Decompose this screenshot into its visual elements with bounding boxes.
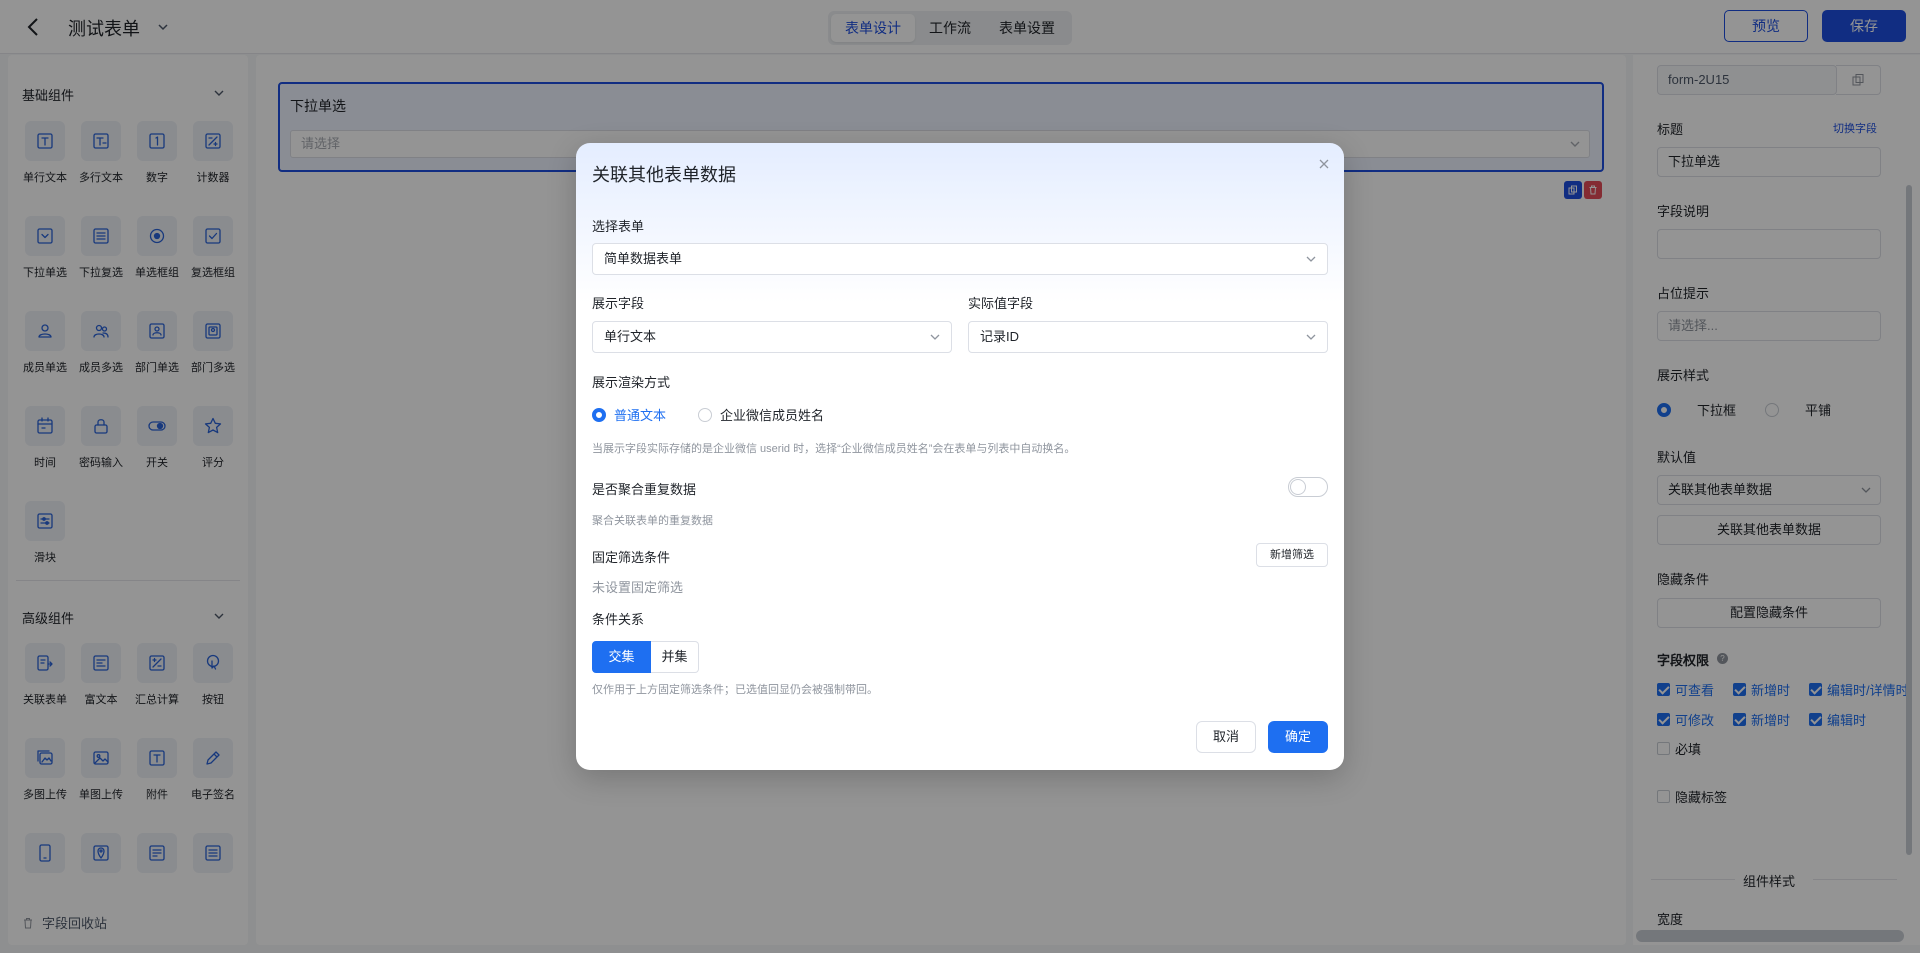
relation-or-button[interactable]: 并集 — [651, 641, 699, 673]
chevron-down-icon — [1305, 253, 1317, 265]
display-field-label: 展示字段 — [592, 296, 645, 311]
render-mode-label: 展示渲染方式 — [592, 375, 671, 390]
select-form-dropdown[interactable]: 简单数据表单 — [592, 243, 1328, 275]
link-form-data-dialog: 关联其他表单数据 选择表单 简单数据表单 展示字段 实际值字段 单行文本 记录I… — [576, 143, 1344, 770]
render-option-label: 普通文本 — [614, 408, 667, 423]
relation-label: 条件关系 — [592, 612, 645, 627]
select-form-label: 选择表单 — [592, 219, 645, 234]
value-field-value: 记录ID — [980, 329, 1020, 344]
dialog-title: 关联其他表单数据 — [592, 165, 736, 185]
display-field-dropdown[interactable]: 单行文本 — [592, 321, 952, 353]
display-field-value: 单行文本 — [604, 329, 657, 344]
fixed-filter-label: 固定筛选条件 — [592, 550, 671, 565]
add-filter-button[interactable]: 新增筛选 — [1256, 543, 1328, 567]
close-icon[interactable] — [1316, 156, 1332, 172]
value-field-dropdown[interactable]: 记录ID — [968, 321, 1328, 353]
relation-and-button[interactable]: 交集 — [592, 641, 651, 673]
value-field-label: 实际值字段 — [968, 296, 1034, 311]
render-mode-hint: 当展示字段实际存储的是企业微信 userid 时，选择“企业微信成员姓名”会在表… — [592, 443, 1076, 455]
render-option-wecom-name[interactable]: 企业微信成员姓名 — [698, 405, 824, 424]
radio-selected[interactable] — [592, 407, 606, 422]
cancel-button[interactable]: 取消 — [1196, 721, 1256, 753]
aggregate-label: 是否聚合重复数据 — [592, 482, 697, 497]
filter-empty-text: 未设置固定筛选 — [592, 580, 684, 595]
aggregate-toggle[interactable] — [1288, 477, 1328, 497]
render-option-plain[interactable]: 普通文本 — [592, 405, 666, 424]
aggregate-hint: 聚合关联表单的重复数据 — [592, 515, 713, 527]
relation-hint: 仅作用于上方固定筛选条件；已选值回显仍会被强制带回。 — [592, 684, 878, 696]
render-option-label: 企业微信成员姓名 — [720, 408, 825, 423]
radio-unselected[interactable] — [698, 407, 712, 422]
select-form-value: 简单数据表单 — [604, 251, 683, 266]
chevron-down-icon — [929, 331, 941, 343]
chevron-down-icon — [1305, 331, 1317, 343]
confirm-button[interactable]: 确定 — [1268, 721, 1328, 753]
